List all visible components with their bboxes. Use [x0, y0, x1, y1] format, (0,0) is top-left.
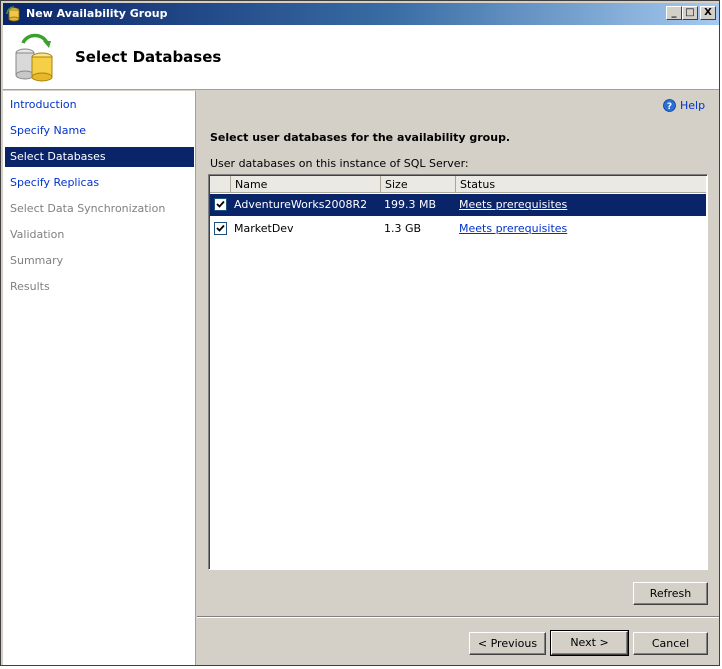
table-row[interactable]: AdventureWorks2008R2 199.3 MB Meets prer…	[210, 194, 706, 216]
database-status-link[interactable]: Meets prerequisites	[459, 194, 567, 216]
previous-button[interactable]: < Previous	[469, 632, 546, 655]
main-panel: ? Help Select user databases for the ava…	[197, 91, 719, 665]
checkmark-icon	[216, 200, 225, 208]
dialog-window: New Availability Group _ □ X Select Data…	[0, 0, 720, 666]
svg-text:?: ?	[667, 102, 672, 112]
column-header-select[interactable]	[210, 176, 230, 193]
next-button[interactable]: Next >	[550, 630, 629, 656]
cancel-button[interactable]: Cancel	[633, 632, 708, 655]
table-row[interactable]: MarketDev 1.3 GB Meets prerequisites	[210, 218, 706, 240]
nav-item-select-data-synchronization: Select Data Synchronization	[10, 202, 166, 215]
close-button[interactable]: X	[700, 6, 716, 20]
grid-header: Name Size Status	[210, 176, 706, 193]
database-status-link[interactable]: Meets prerequisites	[459, 218, 567, 240]
page-title: Select Databases	[75, 48, 222, 66]
nav-item-validation: Validation	[10, 228, 65, 241]
database-sync-icon	[15, 33, 53, 82]
help-label: Help	[680, 99, 706, 112]
minimize-button[interactable]: _	[666, 6, 682, 20]
column-header-name[interactable]: Name	[230, 176, 380, 193]
nav-item-select-databases[interactable]: Select Databases	[5, 147, 194, 167]
nav-item-summary: Summary	[10, 254, 64, 267]
databases-grid[interactable]: Name Size Status AdventureWorks2008R2 19…	[208, 174, 708, 570]
column-header-size[interactable]: Size	[380, 176, 455, 193]
database-name: MarketDev	[234, 222, 294, 235]
wizard-header: Select Databases	[3, 25, 719, 90]
maximize-button[interactable]: □	[682, 6, 698, 20]
title-bar[interactable]: New Availability Group _ □ X	[3, 3, 719, 25]
database-name: AdventureWorks2008R2	[234, 198, 368, 211]
database-size: 1.3 GB	[384, 222, 422, 235]
wizard-steps-nav: Introduction Specify Name Select Databas…	[3, 91, 196, 665]
nav-item-results: Results	[10, 280, 50, 293]
database-size: 199.3 MB	[384, 198, 437, 211]
nav-item-specify-name[interactable]: Specify Name	[5, 121, 194, 141]
row-checkbox[interactable]	[214, 222, 227, 235]
footer-divider	[197, 616, 719, 618]
checkmark-icon	[216, 224, 225, 232]
help-link[interactable]: ? Help	[663, 99, 705, 115]
nav-item-introduction[interactable]: Introduction	[5, 95, 194, 115]
availability-group-icon	[6, 6, 20, 22]
help-icon: ?	[663, 99, 676, 112]
databases-grid-label: User databases on this instance of SQL S…	[210, 157, 469, 170]
row-checkbox[interactable]	[214, 198, 227, 211]
window-title: New Availability Group	[26, 7, 168, 20]
column-header-status[interactable]: Status	[455, 176, 706, 193]
nav-item-specify-replicas[interactable]: Specify Replicas	[5, 173, 194, 193]
refresh-button[interactable]: Refresh	[633, 582, 708, 605]
section-title: Select user databases for the availabili…	[210, 131, 511, 144]
